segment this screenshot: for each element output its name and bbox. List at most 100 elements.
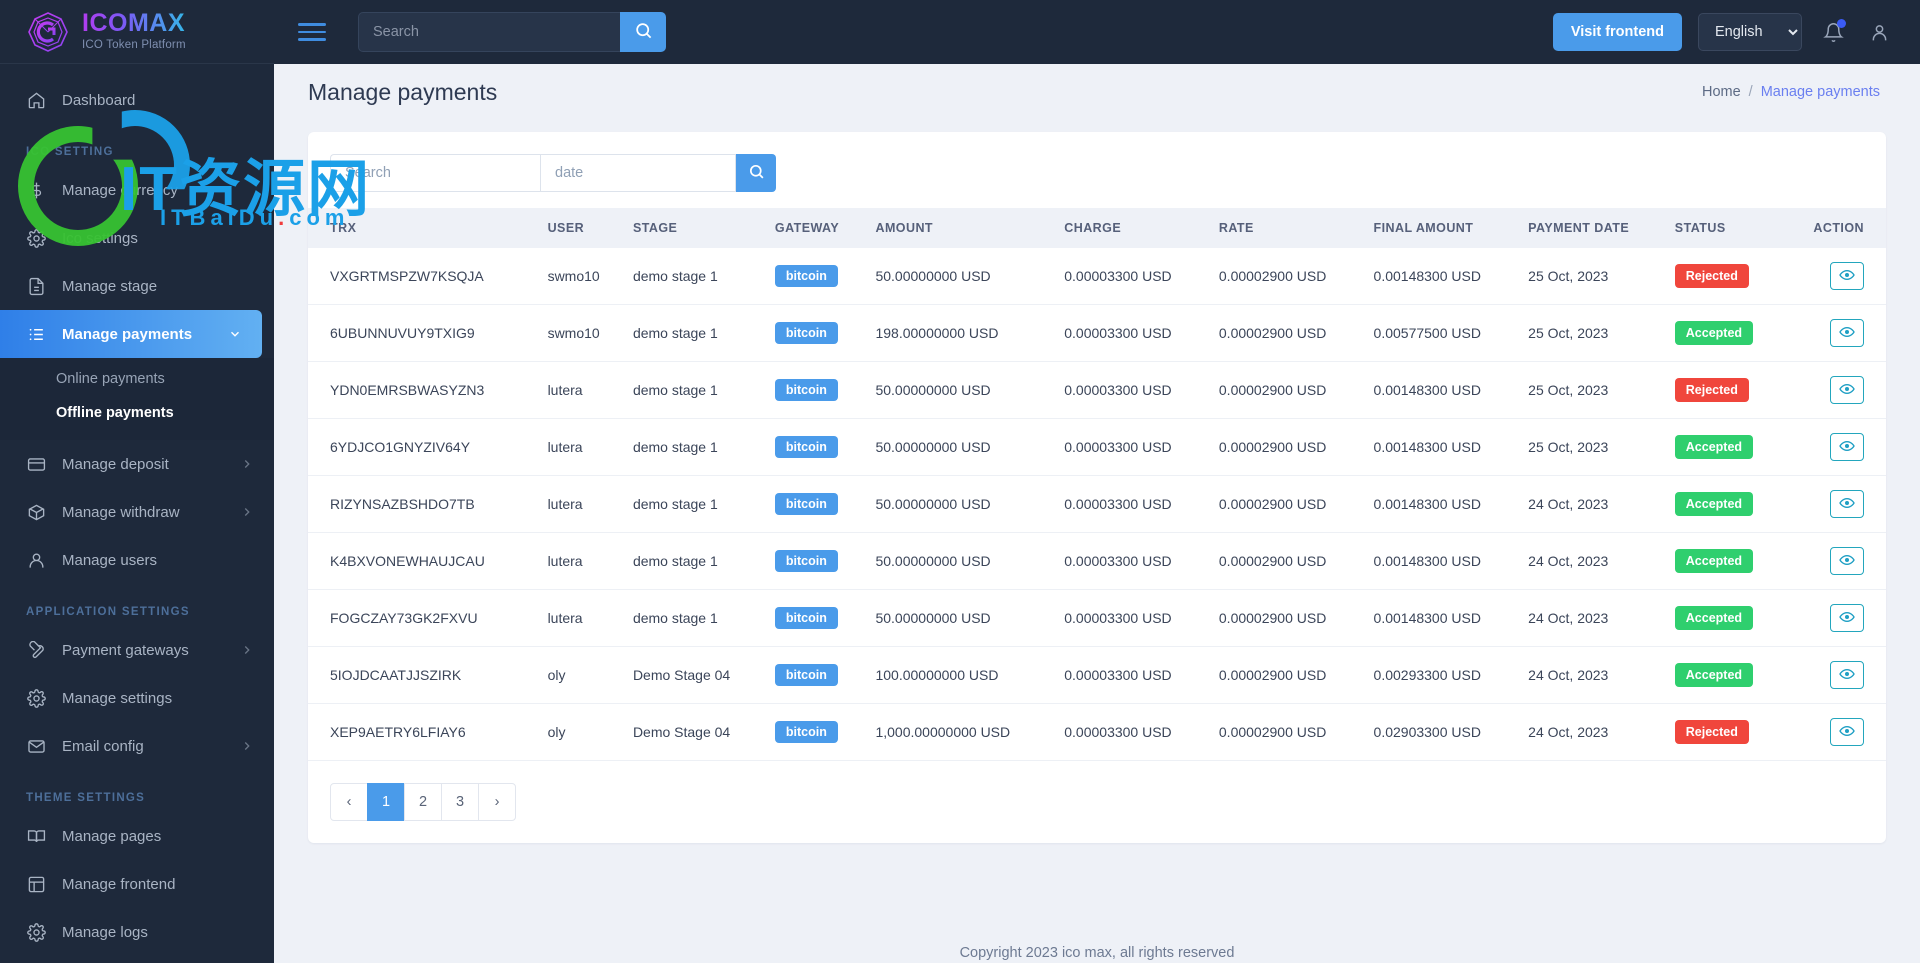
sidebar-item-manage-currency[interactable]: Manage currency xyxy=(0,166,274,214)
sidebar-item-payment-gateways[interactable]: Payment gateways xyxy=(0,626,274,674)
status-badge: Rejected xyxy=(1674,720,1749,744)
filter-search-input[interactable] xyxy=(330,154,540,192)
cell-trx: FOGCZAY73GK2FXVU xyxy=(308,589,540,647)
table-row: 6UBUNNUVUY9TXIG9 swmo10 demo stage 1 bitcoi… xyxy=(308,304,1886,362)
language-select[interactable]: English xyxy=(1698,13,1802,51)
pagination-page-2[interactable]: 2 xyxy=(404,783,442,821)
sidebar-item-label: Manage frontend xyxy=(62,875,176,893)
cell-gateway: bitcoin xyxy=(766,475,868,533)
cell-amount: 50.00000000 USD xyxy=(867,248,1057,305)
sidebar-item-manage-logs[interactable]: Manage logs xyxy=(0,908,274,956)
sidebar-item-label: Manage users xyxy=(62,551,158,569)
sidebar-item-manage-withdraw[interactable]: Manage withdraw xyxy=(0,488,274,536)
cell-user: swmo10 xyxy=(539,304,625,362)
chevron-right-icon xyxy=(240,457,254,471)
table-head: TRX USER STAGE GATEWAY AMOUNT CHARGE RAT… xyxy=(308,208,1886,248)
cell-final-amount: 0.02903300 USD xyxy=(1365,703,1521,761)
cell-action xyxy=(1784,361,1886,419)
view-payment-button[interactable] xyxy=(1830,319,1864,347)
pagination-prev[interactable]: ‹ xyxy=(330,783,368,821)
sidebar-group-ico-setting: ICO SETTING xyxy=(26,146,114,158)
status-badge: Rejected xyxy=(1674,378,1749,402)
sidebar-item-dashboard[interactable]: Dashboard xyxy=(0,76,274,124)
notifications-button[interactable] xyxy=(1818,17,1848,47)
sidebar-item-manage-language[interactable]: Manage language xyxy=(0,956,274,963)
search-icon xyxy=(634,21,653,43)
cell-user: lutera xyxy=(539,418,625,476)
sidebar-item-manage-frontend[interactable]: Manage frontend xyxy=(0,860,274,908)
sidebar-item-manage-deposit[interactable]: Manage deposit xyxy=(0,440,274,488)
view-payment-button[interactable] xyxy=(1830,604,1864,632)
brand-logo[interactable]: ICOMAX ICO Token Platform xyxy=(0,0,274,64)
view-payment-button[interactable] xyxy=(1830,376,1864,404)
cell-user: lutera xyxy=(539,475,625,533)
search-input[interactable] xyxy=(358,12,620,52)
cell-final-amount: 0.00148300 USD xyxy=(1365,475,1521,533)
pagination: ‹ 1 2 3 › xyxy=(308,761,1886,825)
cell-payment-date: 24 Oct, 2023 xyxy=(1520,532,1667,590)
cell-stage: demo stage 1 xyxy=(624,418,767,476)
chevron-right-icon xyxy=(240,739,254,753)
cell-gateway: bitcoin xyxy=(766,646,868,704)
cell-amount: 100.00000000 USD xyxy=(867,646,1057,704)
filter-submit-button[interactable] xyxy=(736,154,776,192)
filter-date-input[interactable] xyxy=(540,154,736,192)
sidebar-item-label: Manage logs xyxy=(62,923,148,941)
view-payment-button[interactable] xyxy=(1830,433,1864,461)
sidebar-item-manage-users[interactable]: Manage users xyxy=(0,536,274,584)
cell-charge: 0.00003300 USD xyxy=(1056,646,1211,704)
cell-stage: Demo Stage 04 xyxy=(624,646,767,704)
cell-status: Accepted xyxy=(1666,475,1785,533)
table-row: YDN0EMRSBWASYZN3 lutera demo stage 1 bitcoi… xyxy=(308,361,1886,419)
pagination-page-1[interactable]: 1 xyxy=(367,783,405,821)
cell-action xyxy=(1784,703,1886,761)
wrench-icon xyxy=(26,640,46,660)
pagination-page-3[interactable]: 3 xyxy=(441,783,479,821)
cell-final-amount: 0.00148300 USD xyxy=(1365,418,1521,476)
sidebar-item-manage-payments[interactable]: Manage payments xyxy=(0,310,262,358)
cell-status: Accepted xyxy=(1666,589,1785,647)
view-payment-button[interactable] xyxy=(1830,718,1864,746)
view-payment-button[interactable] xyxy=(1830,547,1864,575)
view-payment-button[interactable] xyxy=(1830,262,1864,290)
view-payment-button[interactable] xyxy=(1830,490,1864,518)
cell-trx: RIZYNSAZBSHDO7TB xyxy=(308,475,540,533)
cell-stage: demo stage 1 xyxy=(624,248,767,305)
profile-button[interactable] xyxy=(1864,17,1894,47)
cell-stage: demo stage 1 xyxy=(624,532,767,590)
cell-stage: demo stage 1 xyxy=(624,475,767,533)
gear-icon xyxy=(26,688,46,708)
pagination-next[interactable]: › xyxy=(478,783,516,821)
cell-rate: 0.00002900 USD xyxy=(1210,304,1366,362)
sidebar-item-manage-settings[interactable]: Manage settings xyxy=(0,674,274,722)
sidebar-item-email-config[interactable]: Email config xyxy=(0,722,274,770)
cell-charge: 0.00003300 USD xyxy=(1056,475,1211,533)
sidebar-subitem-online-payments[interactable]: Online payments xyxy=(0,362,274,396)
column-header-gateway: GATEWAY xyxy=(766,208,868,248)
breadcrumb-home[interactable]: Home xyxy=(1702,84,1741,100)
cell-final-amount: 0.00148300 USD xyxy=(1365,589,1521,647)
cell-status: Accepted xyxy=(1666,304,1785,362)
sidebar-item-manage-pages[interactable]: Manage pages xyxy=(0,812,274,860)
gateway-badge: bitcoin xyxy=(774,607,838,629)
table-row: 6YDJCO1GNYZIV64Y lutera demo stage 1 bitcoi… xyxy=(308,418,1886,476)
cell-status: Accepted xyxy=(1666,418,1785,476)
cell-action xyxy=(1784,532,1886,590)
sidebar-item-ico-settings[interactable]: Ico settings xyxy=(0,214,274,262)
visit-frontend-button[interactable]: Visit frontend xyxy=(1552,13,1682,51)
view-payment-button[interactable] xyxy=(1830,661,1864,689)
gateway-badge: bitcoin xyxy=(774,436,838,458)
cell-trx: XEP9AETRY6LFIAY6 xyxy=(308,703,540,761)
sidebar-subitem-offline-payments[interactable]: Offline payments xyxy=(0,396,274,430)
box-icon xyxy=(26,502,46,522)
gateway-badge: bitcoin xyxy=(774,379,838,401)
sidebar-item-manage-stage[interactable]: Manage stage xyxy=(0,262,274,310)
page-title: Manage payments xyxy=(308,78,498,105)
brand-subtitle: ICO Token Platform xyxy=(82,39,186,52)
breadcrumb: Home / Manage payments xyxy=(1702,84,1880,100)
eye-icon xyxy=(1839,324,1855,343)
search-button[interactable] xyxy=(620,12,666,52)
hamburger-icon[interactable] xyxy=(298,21,328,43)
cell-amount: 50.00000000 USD xyxy=(867,532,1057,590)
cell-gateway: bitcoin xyxy=(766,418,868,476)
